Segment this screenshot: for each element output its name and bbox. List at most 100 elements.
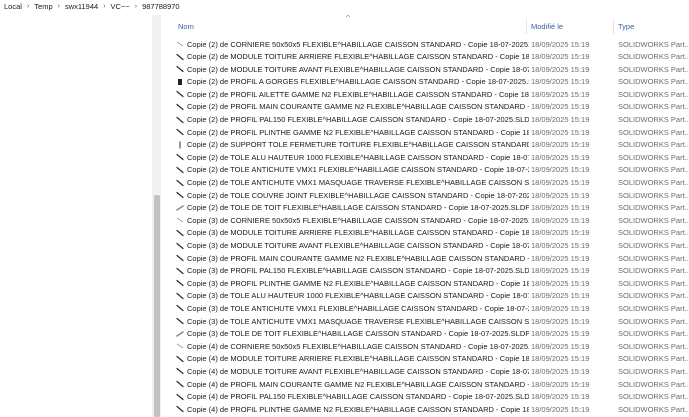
column-header-modified[interactable]: Modifié le <box>531 22 563 31</box>
column-divider[interactable] <box>526 19 527 34</box>
part-thumbnail-icon <box>176 103 184 111</box>
file-row[interactable]: Copie (2) de TOLE COUVRE JOINT FLEXIBLE^… <box>170 189 689 202</box>
part-thumbnail-icon <box>176 393 184 400</box>
chevron-right-icon[interactable]: › <box>103 3 105 10</box>
file-type: SOLIDWORKS Part... <box>618 190 688 200</box>
file-modified-date: 18/09/2025 15:19 <box>531 366 590 376</box>
file-name: Copie (4) de PROFIL PLINTHE GAMME N2 FLE… <box>187 404 529 414</box>
file-row[interactable]: Copie (3) de TOLE DE TOIT FLEXIBLE^HABIL… <box>170 328 689 341</box>
file-modified-date: 18/09/2025 15:19 <box>531 102 590 112</box>
file-modified-date: 18/09/2025 15:19 <box>531 39 590 49</box>
file-type: SOLIDWORKS Part... <box>618 241 688 250</box>
file-type: SOLIDWORKS Part... <box>618 115 688 125</box>
column-divider[interactable] <box>613 19 614 34</box>
file-row[interactable]: Copie (3) de MODULE TOITURE ARRIERE FLEX… <box>170 227 689 240</box>
file-modified-date: 18/09/2025 15:19 <box>531 52 590 62</box>
file-modified-date: 18/09/2025 15:19 <box>531 241 590 250</box>
file-type: SOLIDWORKS Part... <box>618 303 688 313</box>
file-name: Copie (3) de TOLE DE TOIT FLEXIBLE^HABIL… <box>187 329 529 339</box>
part-thumbnail-icon <box>176 355 184 362</box>
file-row[interactable]: Copie (3) de PROFIL MAIN COURANTE GAMME … <box>170 252 689 265</box>
file-row[interactable]: Copie (3) de MODULE TOITURE AVANT FLEXIB… <box>170 240 689 253</box>
file-modified-date: 18/09/2025 15:19 <box>531 165 590 175</box>
file-row[interactable]: Copie (2) de TOLE ANTICHUTE VMX1 MASQUAG… <box>170 177 689 190</box>
file-row[interactable]: Copie (3) de PROFIL PAL150 FLEXIBLE^HABI… <box>170 265 689 278</box>
file-row[interactable]: Copie (3) de CORNIERE 50x50x5 FLEXIBLE^H… <box>170 214 689 227</box>
part-thumbnail-icon <box>178 78 182 85</box>
file-row[interactable]: Copie (2) de MODULE TOITURE ARRIERE FLEX… <box>170 51 689 64</box>
navigation-pane[interactable] <box>0 15 163 417</box>
part-thumbnail-icon <box>176 217 184 223</box>
file-name: Copie (3) de MODULE TOITURE ARRIERE FLEX… <box>187 228 529 238</box>
file-row[interactable]: Copie (2) de TOLE ALU HAUTEUR 1000 FLEXI… <box>170 151 689 164</box>
column-header-name[interactable]: Nom <box>178 22 194 31</box>
chevron-right-icon[interactable]: › <box>58 3 60 10</box>
part-thumbnail-icon <box>176 41 184 47</box>
part-thumbnail-icon <box>176 330 184 337</box>
breadcrumb-item-swx[interactable]: swx11944 <box>65 2 98 11</box>
sort-ascending-icon: ˄ <box>346 15 351 20</box>
file-row[interactable]: Copie (3) de TOLE ANTICHUTE VMX1 MASQUAG… <box>170 315 689 328</box>
column-header-type[interactable]: Type <box>618 22 634 31</box>
part-thumbnail-icon <box>179 141 181 149</box>
file-row[interactable]: Copie (4) de CORNIERE 50x50x5 FLEXIBLE^H… <box>170 340 689 353</box>
file-row[interactable]: Copie (2) de SUPPORT TOLE FERMETURE TOIT… <box>170 139 689 152</box>
part-thumbnail-icon <box>176 91 184 98</box>
file-row[interactable]: Copie (4) de PROFIL PAL150 FLEXIBLE^HABI… <box>170 391 689 404</box>
part-thumbnail-icon <box>176 343 184 349</box>
part-bar-icon <box>176 116 184 124</box>
part-bar-icon <box>176 267 184 275</box>
file-modified-date: 18/09/2025 15:19 <box>531 266 590 276</box>
file-row[interactable]: Copie (2) de MODULE TOITURE AVANT FLEXIB… <box>170 63 689 76</box>
part-cornice-icon <box>176 40 184 48</box>
file-row[interactable]: Copie (4) de MODULE TOITURE AVANT FLEXIB… <box>170 365 689 378</box>
file-name: Copie (2) de TOLE ANTICHUTE VMX1 FLEXIBL… <box>187 165 529 175</box>
file-name: Copie (2) de PROFIL PLINTHE GAMME N2 FLE… <box>187 127 529 137</box>
file-row[interactable]: Copie (4) de PROFIL MAIN COURANTE GAMME … <box>170 378 689 391</box>
file-name: Copie (3) de PROFIL PAL150 FLEXIBLE^HABI… <box>187 266 529 276</box>
file-type: SOLIDWORKS Part... <box>618 379 688 389</box>
file-modified-date: 18/09/2025 15:19 <box>531 329 590 339</box>
file-row[interactable]: Copie (2) de TOLE ANTICHUTE VMX1 FLEXIBL… <box>170 164 689 177</box>
chevron-right-icon[interactable]: › <box>135 3 137 10</box>
file-modified-date: 18/09/2025 15:19 <box>531 278 590 288</box>
part-thumbnail-icon <box>176 368 184 375</box>
breadcrumb-item-vc[interactable]: VC~~ <box>111 2 130 11</box>
file-modified-date: 18/09/2025 15:19 <box>531 140 590 150</box>
part-cornice-icon <box>176 216 184 224</box>
file-list-pane: ˄ Nom Modifié le Type Copie (2) de CORNI… <box>170 15 689 417</box>
breadcrumb-item-temp[interactable]: Temp <box>34 2 52 11</box>
part-bar-icon <box>176 153 184 161</box>
file-type: SOLIDWORKS Part... <box>618 39 688 49</box>
navigation-scrollbar-thumb[interactable] <box>154 195 160 417</box>
part-thumbnail-icon <box>176 267 184 274</box>
file-row[interactable]: Copie (4) de PROFIL PLINTHE GAMME N2 FLE… <box>170 403 689 416</box>
file-row[interactable]: Copie (2) de CORNIERE 50x50x5 FLEXIBLE^H… <box>170 38 689 51</box>
part-thumbnail-icon <box>176 380 184 388</box>
file-row[interactable]: Copie (2) de PROFIL A GORGES FLEXIBLE^HA… <box>170 76 689 89</box>
file-name: Copie (3) de TOLE ANTICHUTE VMX1 MASQUAG… <box>187 316 529 326</box>
file-modified-date: 18/09/2025 15:19 <box>531 291 590 301</box>
file-row[interactable]: Copie (3) de PROFIL PLINTHE GAMME N2 FLE… <box>170 277 689 290</box>
breadcrumb-item-local[interactable]: Local <box>4 2 22 11</box>
part-thumbnail-icon <box>176 280 184 287</box>
file-list: Copie (2) de CORNIERE 50x50x5 FLEXIBLE^H… <box>170 38 689 416</box>
chevron-right-icon[interactable]: › <box>27 3 29 10</box>
file-row[interactable]: Copie (3) de TOLE ANTICHUTE VMX1 FLEXIBL… <box>170 302 689 315</box>
file-row[interactable]: Copie (4) de MODULE TOITURE ARRIERE FLEX… <box>170 353 689 366</box>
part-thumbnail-icon <box>176 242 184 249</box>
file-row[interactable]: Copie (3) de TOLE ALU HAUTEUR 1000 FLEXI… <box>170 290 689 303</box>
part-cornice-icon <box>176 342 184 350</box>
file-row[interactable]: Copie (2) de PROFIL PLINTHE GAMME N2 FLE… <box>170 126 689 139</box>
part-plate-icon <box>176 204 184 212</box>
file-row[interactable]: Copie (2) de PROFIL PAL150 FLEXIBLE^HABI… <box>170 114 689 127</box>
file-row[interactable]: Copie (2) de TOLE DE TOIT FLEXIBLE^HABIL… <box>170 202 689 215</box>
breadcrumb-item-current[interactable]: 987788970 <box>142 2 180 11</box>
file-name: Copie (2) de CORNIERE 50x50x5 FLEXIBLE^H… <box>187 39 529 49</box>
file-name: Copie (2) de PROFIL MAIN COURANTE GAMME … <box>187 102 529 112</box>
file-row[interactable]: Copie (2) de PROFIL MAIN COURANTE GAMME … <box>170 101 689 114</box>
part-thumbnail-icon <box>176 179 184 186</box>
breadcrumb: Local › Temp › swx11944 › VC~~ › 9877889… <box>0 0 689 13</box>
file-row[interactable]: Copie (2) de PROFIL AILETTE GAMME N2 FLE… <box>170 88 689 101</box>
file-type: SOLIDWORKS Part... <box>618 77 688 87</box>
